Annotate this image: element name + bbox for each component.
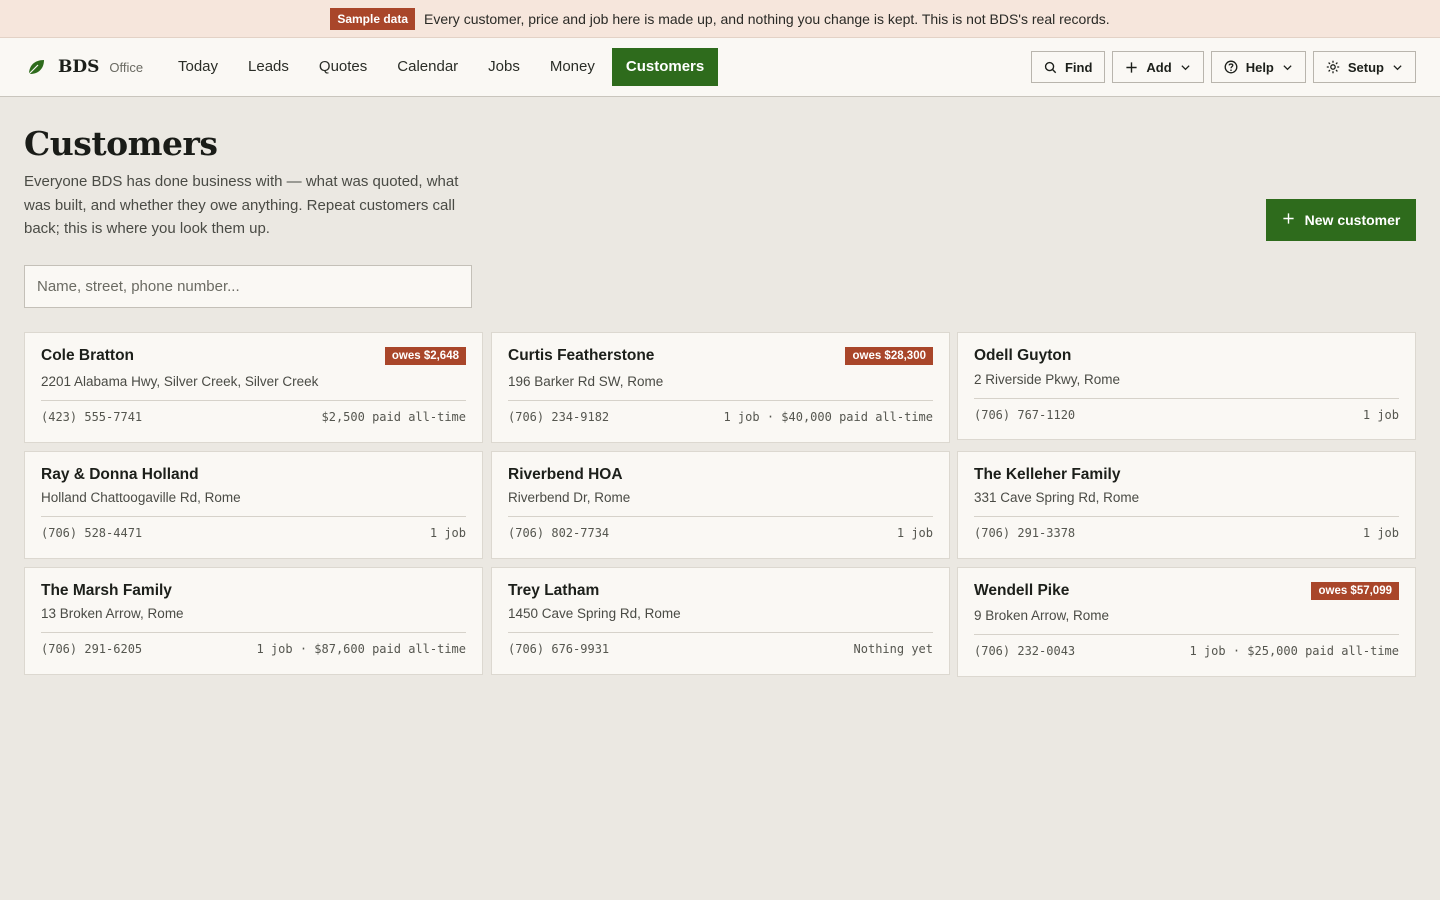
chevron-down-icon xyxy=(1180,62,1191,73)
customer-phone: (706) 802-7734 xyxy=(508,526,610,540)
new-customer-button[interactable]: New customer xyxy=(1266,199,1416,241)
gear-icon xyxy=(1326,60,1340,74)
nav-money[interactable]: Money xyxy=(535,48,610,86)
customer-address: 2 Riverside Pkwy, Rome xyxy=(974,372,1121,387)
card-divider xyxy=(508,516,933,517)
nav-calendar[interactable]: Calendar xyxy=(382,48,473,86)
leaf-icon xyxy=(26,57,46,77)
add-label: Add xyxy=(1146,59,1172,75)
customer-card[interactable]: Odell Guyton 2 Riverside Pkwy, Rome (706… xyxy=(957,332,1416,440)
customer-summary: $2,500 paid all-time xyxy=(321,410,467,424)
nav-leads[interactable]: Leads xyxy=(233,48,304,86)
customer-name: Wendell Pike xyxy=(974,582,1070,599)
chevron-down-icon xyxy=(1392,62,1403,73)
owes-badge: owes $28,300 xyxy=(845,347,933,365)
card-divider xyxy=(41,632,466,633)
brand-name: BDS xyxy=(58,57,100,77)
new-customer-label: New customer xyxy=(1304,212,1401,228)
owes-badge: owes $57,099 xyxy=(1311,582,1399,600)
customer-name: Curtis Featherstone xyxy=(508,347,655,364)
customer-phone: (706) 767-1120 xyxy=(974,408,1076,422)
help-button[interactable]: Help xyxy=(1210,51,1306,83)
customer-summary: 1 job xyxy=(429,526,466,540)
customer-phone: (706) 234-9182 xyxy=(508,410,610,424)
customer-card[interactable]: The Kelleher Family 331 Cave Spring Rd, … xyxy=(957,451,1416,559)
customer-phone: (706) 528-4471 xyxy=(41,526,143,540)
plus-icon xyxy=(1125,61,1138,74)
find-button[interactable]: Find xyxy=(1030,51,1106,83)
nav-customers[interactable]: Customers xyxy=(611,48,719,86)
customer-address: Riverbend Dr, Rome xyxy=(508,490,631,505)
main-nav: Today Leads Quotes Calendar Jobs Money C… xyxy=(163,48,719,86)
customer-summary: 1 job xyxy=(1362,408,1399,422)
card-divider xyxy=(974,634,1399,635)
customer-name: The Kelleher Family xyxy=(974,466,1121,483)
customer-search-input[interactable] xyxy=(24,265,472,308)
customer-summary: 1 job · $25,000 paid all-time xyxy=(1189,644,1399,658)
customer-card[interactable]: Riverbend HOA Riverbend Dr, Rome (706) 8… xyxy=(491,451,950,559)
brand-subtitle: Office xyxy=(109,59,144,75)
add-button[interactable]: Add xyxy=(1112,51,1204,83)
nav-quotes[interactable]: Quotes xyxy=(304,48,382,86)
setup-button[interactable]: Setup xyxy=(1312,51,1416,83)
card-divider xyxy=(974,398,1399,399)
customer-phone: (706) 291-6205 xyxy=(41,642,143,656)
card-divider xyxy=(41,516,466,517)
plus-icon xyxy=(1282,212,1295,228)
customer-name: Odell Guyton xyxy=(974,347,1072,364)
find-label: Find xyxy=(1064,59,1093,75)
sample-data-badge: Sample data xyxy=(330,7,416,30)
customer-phone: (706) 232-0043 xyxy=(974,644,1076,658)
customer-address: 331 Cave Spring Rd, Rome xyxy=(974,490,1140,505)
nav-today[interactable]: Today xyxy=(163,48,233,86)
customer-name: Trey Latham xyxy=(508,582,600,599)
page-intro: Everyone BDS has done business with — wh… xyxy=(24,173,459,237)
customer-card[interactable]: Curtis Featherstone owes $28,300 196 Bar… xyxy=(491,332,950,443)
sample-data-banner: Sample data Every customer, price and jo… xyxy=(0,0,1440,38)
card-divider xyxy=(508,632,933,633)
card-divider xyxy=(974,516,1399,517)
help-label: Help xyxy=(1245,59,1274,75)
customer-phone: (423) 555-7741 xyxy=(41,410,143,424)
customer-address: Holland Chattoogaville Rd, Rome xyxy=(41,490,241,505)
customer-address: 2201 Alabama Hwy, Silver Creek, Silver C… xyxy=(41,374,319,389)
page-title: Customers xyxy=(24,124,218,163)
customer-address: 1450 Cave Spring Rd, Rome xyxy=(508,606,681,621)
customer-address: 9 Broken Arrow, Rome xyxy=(974,608,1110,623)
setup-label: Setup xyxy=(1347,59,1384,75)
search-icon xyxy=(1044,61,1057,74)
card-divider xyxy=(41,400,466,401)
top-navigation: BDS Office Today Leads Quotes Calendar J… xyxy=(0,38,1440,97)
customer-name: The Marsh Family xyxy=(41,582,172,599)
sample-data-message: Every customer, price and job here is ma… xyxy=(424,10,1110,27)
customer-card[interactable]: Trey Latham 1450 Cave Spring Rd, Rome (7… xyxy=(491,567,950,675)
customer-summary: 1 job · $40,000 paid all-time xyxy=(723,410,933,424)
customer-name: Cole Bratton xyxy=(41,347,134,364)
brand[interactable]: BDS Office xyxy=(26,57,143,77)
customer-summary: 1 job xyxy=(896,526,933,540)
customer-card[interactable]: Cole Bratton owes $2,648 2201 Alabama Hw… xyxy=(24,332,483,443)
card-divider xyxy=(508,400,933,401)
customer-summary: 1 job xyxy=(1362,526,1399,540)
owes-badge: owes $2,648 xyxy=(384,347,466,365)
customer-summary: Nothing yet xyxy=(853,642,933,656)
customer-phone: (706) 676-9931 xyxy=(508,642,610,656)
customer-address: 13 Broken Arrow, Rome xyxy=(41,606,184,621)
header-actions: Find Add Help Setup xyxy=(1030,51,1416,83)
customer-card[interactable]: Wendell Pike owes $57,099 9 Broken Arrow… xyxy=(957,567,1416,677)
customer-card[interactable]: The Marsh Family 13 Broken Arrow, Rome (… xyxy=(24,567,483,675)
customer-summary: 1 job · $87,600 paid all-time xyxy=(256,642,466,656)
customer-card[interactable]: Ray & Donna Holland Holland Chattoogavil… xyxy=(24,451,483,559)
help-circle-icon xyxy=(1224,60,1238,74)
customer-address: 196 Barker Rd SW, Rome xyxy=(508,374,664,389)
chevron-down-icon xyxy=(1282,62,1293,73)
customer-name: Riverbend HOA xyxy=(508,466,623,483)
customer-phone: (706) 291-3378 xyxy=(974,526,1076,540)
customer-name: Ray & Donna Holland xyxy=(41,466,199,483)
nav-jobs[interactable]: Jobs xyxy=(473,48,535,86)
